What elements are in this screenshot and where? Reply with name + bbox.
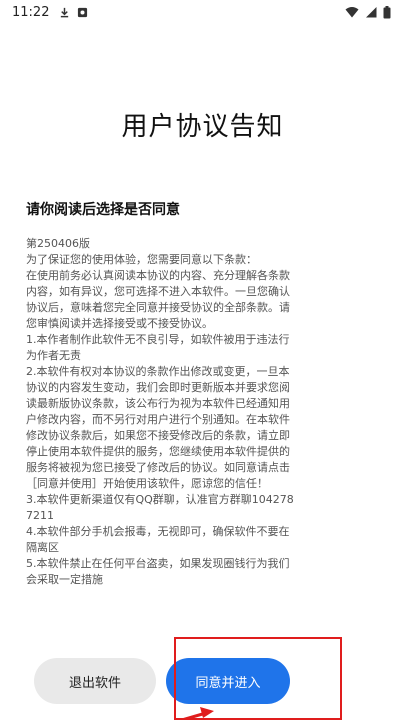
- notification-icons: [59, 7, 88, 18]
- agree-enter-button[interactable]: 同意并进入: [166, 658, 290, 704]
- system-icons: [345, 5, 391, 19]
- agreement-text[interactable]: 第250406版 为了保证您的使用体验，您需要同意以下条款： 在使用前务必认真阅…: [26, 236, 294, 614]
- app-notification-icon: [78, 7, 88, 17]
- page-title: 用户协议告知: [121, 112, 284, 142]
- download-icon: [61, 7, 69, 17]
- exit-button[interactable]: 退出软件: [34, 658, 156, 704]
- wifi-icon: [345, 7, 359, 18]
- cellular-signal-icon: [366, 7, 377, 18]
- battery-icon: [383, 5, 391, 18]
- status-time: 11:22: [12, 4, 50, 20]
- status-bar: 11:22: [0, 0, 405, 24]
- page-subtitle: 请你阅读后选择是否同意: [26, 202, 180, 218]
